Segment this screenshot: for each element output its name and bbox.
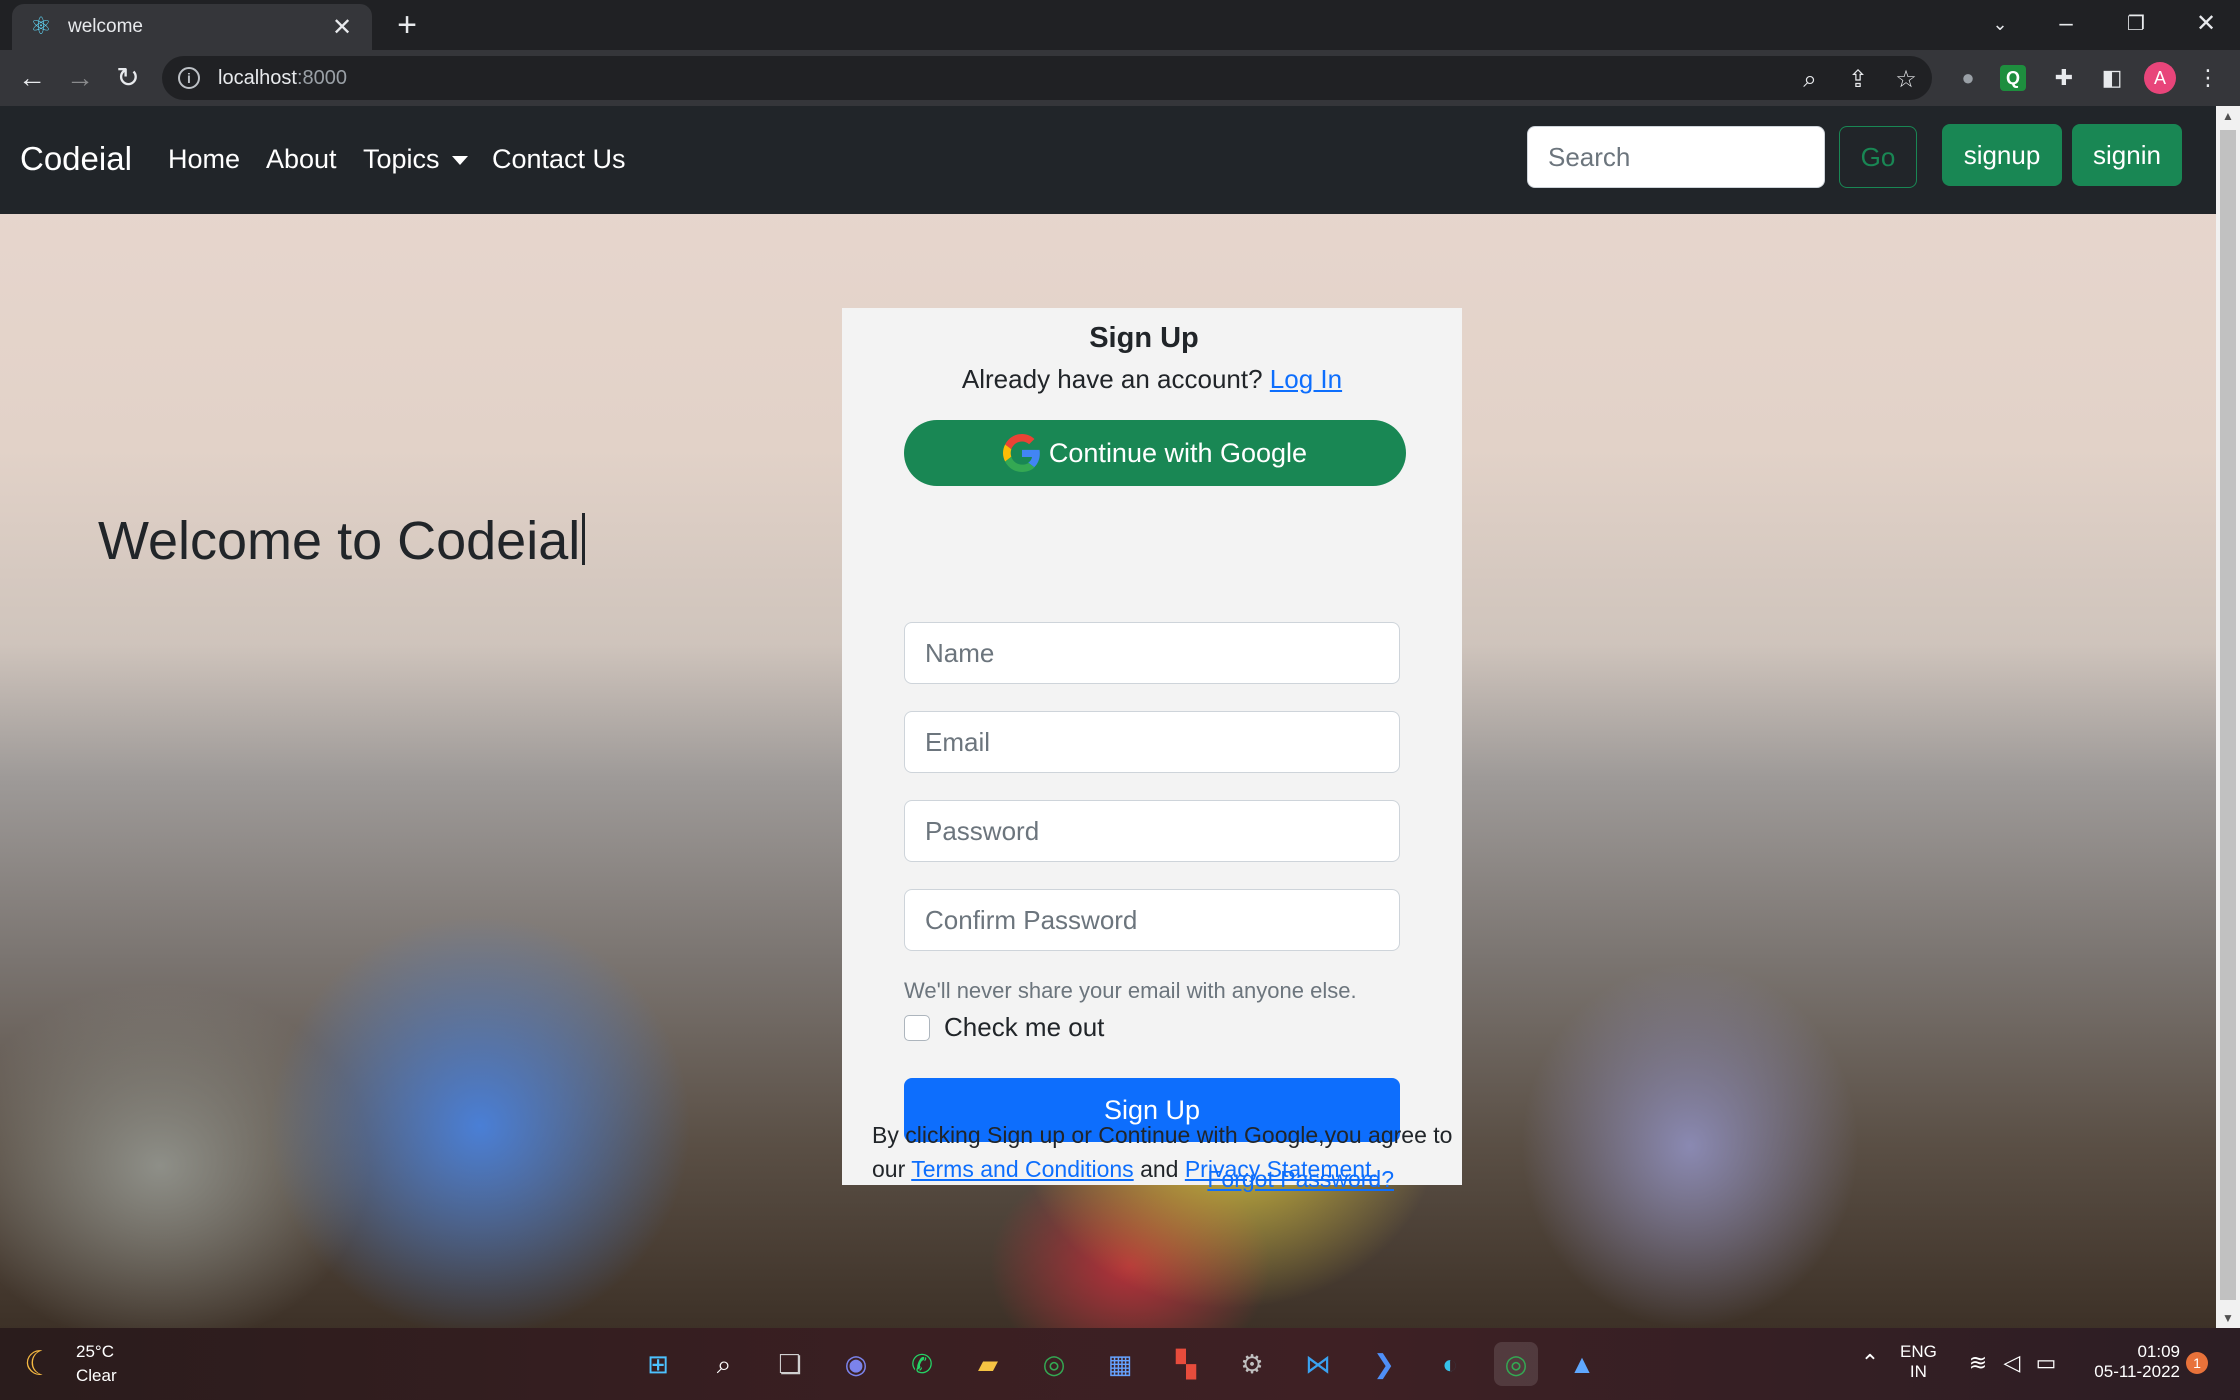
check-me-out-checkbox[interactable] [904,1014,930,1041]
signin-button[interactable]: signin [2072,124,2182,186]
name-field[interactable] [904,622,1400,684]
browser-tab-strip: ⚛ welcome ✕ + ⌄ – ❐ ✕ [0,0,2240,50]
terms-text: By clicking Sign up or Continue with Goo… [872,1118,1472,1186]
signup-card: Sign Up Already have an account? Log In … [842,308,1462,1192]
side-panel-icon[interactable]: ◧ [2096,62,2128,94]
search-input[interactable] [1527,126,1825,188]
chrome-profile-icon[interactable]: ◎ [1494,1342,1538,1386]
task-view-icon[interactable]: ❏ [768,1342,812,1386]
nav-topics-dropdown[interactable]: Topics [363,144,468,175]
email-field[interactable] [904,711,1400,773]
new-tab-icon[interactable]: + [390,8,424,42]
password-field[interactable] [904,800,1400,862]
scroll-up-icon[interactable]: ▲ [2216,106,2240,126]
weather-temperature[interactable]: 25°C [76,1342,114,1362]
language-region: IN [1909,1362,1927,1381]
check-me-out-label[interactable]: Check me out [944,1012,1104,1043]
google-signin-button[interactable]: Continue with Google [904,420,1406,486]
share-icon[interactable]: ⇪ [1844,66,1872,94]
restore-icon[interactable]: ❐ [2106,6,2166,42]
scrollbar-thumb[interactable] [2220,130,2236,1300]
chrome-icon[interactable]: ◎ [1032,1342,1076,1386]
battery-icon[interactable]: ▭ [2032,1350,2060,1376]
page-viewport: Codeial Home About Topics Contact Us Go … [0,106,2216,1328]
react-favicon-icon: ⚛ [30,13,52,40]
page-scrollbar[interactable]: ▲ ▼ [2216,106,2240,1328]
clock[interactable]: 01:09 05-11-2022 [2084,1342,2180,1382]
welcome-heading: Welcome to Codeial [98,510,586,572]
privacy-link[interactable]: Privacy Statement. [1185,1156,1378,1182]
google-icon [1002,434,1040,472]
whatsapp-icon[interactable]: ✆ [900,1342,944,1386]
check-me-out-row[interactable]: Check me out [904,1012,1104,1043]
clock-time: 01:09 [2137,1342,2180,1361]
tab-title: welcome [68,16,143,37]
signup-title: Sign Up [1089,322,1199,354]
weather-moon-icon[interactable]: ☾ [24,1344,64,1384]
already-account-text: Already have an account? Log In [842,364,1462,395]
url-port: :8000 [296,66,347,89]
search-icon[interactable]: ⌕ [702,1342,746,1386]
volume-icon[interactable]: ◁ [1998,1350,2026,1376]
scroll-down-icon[interactable]: ▼ [2216,1308,2240,1328]
login-link[interactable]: Log In [1270,364,1342,394]
minimize-icon[interactable]: – [2036,6,2096,42]
bookmark-star-icon[interactable]: ☆ [1892,66,1920,94]
terms-link[interactable]: Terms and Conditions [911,1156,1133,1182]
url-host: localhost [218,66,297,89]
clock-date: 05-11-2022 [2094,1362,2180,1381]
file-explorer-icon[interactable]: ▰ [966,1342,1010,1386]
back-icon[interactable]: ← [12,58,52,98]
powershell-icon[interactable]: ❯ [1362,1342,1406,1386]
welcome-text: Welcome to Codeial [98,511,581,571]
office-apps-icon[interactable]: ▚ [1164,1342,1208,1386]
zoom-icon[interactable]: ⌕ [1796,66,1824,94]
extension-icon[interactable]: ● [1952,62,1984,94]
vscode-icon[interactable]: ⋈ [1296,1342,1340,1386]
nav-about[interactable]: About [266,144,337,175]
brand-logo[interactable]: Codeial [20,140,132,178]
reload-icon[interactable]: ↻ [108,58,148,98]
typing-cursor [582,513,586,565]
nav-topics-label: Topics [363,144,440,174]
confirm-password-field[interactable] [904,889,1400,951]
menu-kebab-icon[interactable]: ⋮ [2192,62,2224,94]
site-navbar: Codeial Home About Topics Contact Us Go … [0,106,2216,214]
site-info-icon[interactable]: i [178,67,200,89]
browser-toolbar: ← → ↻ i localhost:8000 ⌕ ⇪ ☆ [0,50,2240,106]
wifi-icon[interactable]: ≋ [1964,1350,1992,1376]
notification-badge[interactable]: 1 [2186,1352,2208,1374]
google-button-label: Continue with Google [1048,437,1308,468]
tab-search-icon[interactable]: ⌄ [1970,6,2030,42]
teams-chat-icon[interactable]: ◉ [834,1342,878,1386]
puzzle-extensions-icon[interactable]: ✚ [2048,62,2080,94]
address-bar[interactable]: i localhost:8000 ⌕ ⇪ ☆ [162,56,1932,100]
chevron-down-icon [451,156,468,166]
show-hidden-icons-icon[interactable]: ⌃ [1856,1350,1884,1376]
forward-icon[interactable]: → [60,58,100,98]
language-indicator[interactable]: ENG IN [1900,1342,1937,1382]
email-help-text: We'll never share your email with anyone… [904,978,1357,1003]
terms-and: and [1140,1156,1179,1182]
settings-gear-icon[interactable]: ⚙ [1230,1342,1274,1386]
photos-icon[interactable]: ▲ [1560,1342,1604,1386]
already-account-label: Already have an account? [961,364,1263,394]
browser-tab[interactable]: ⚛ welcome ✕ [12,4,372,50]
start-windows-icon[interactable]: ⊞ [636,1342,680,1386]
close-tab-icon[interactable]: ✕ [328,13,356,42]
go-button[interactable]: Go [1839,126,1917,188]
nav-home[interactable]: Home [168,144,240,175]
profile-avatar[interactable]: A [2144,62,2176,94]
signup-button[interactable]: signup [1942,124,2062,186]
microsoft-store-icon[interactable]: ▦ [1098,1342,1142,1386]
close-window-icon[interactable]: ✕ [2176,6,2236,42]
weather-condition[interactable]: Clear [76,1366,117,1386]
language-code: ENG [1900,1342,1937,1361]
nav-contact[interactable]: Contact Us [492,144,626,175]
edge-icon[interactable]: ◐ [1428,1342,1472,1386]
q-extension-icon[interactable]: Q [2000,65,2026,91]
windows-taskbar: ☾ 25°C Clear ⊞ ⌕ ❏ ◉ ✆ ▰ ◎ ▦ ▚ ⚙ ⋈ ❯ ◐ ◎… [0,1328,2240,1400]
